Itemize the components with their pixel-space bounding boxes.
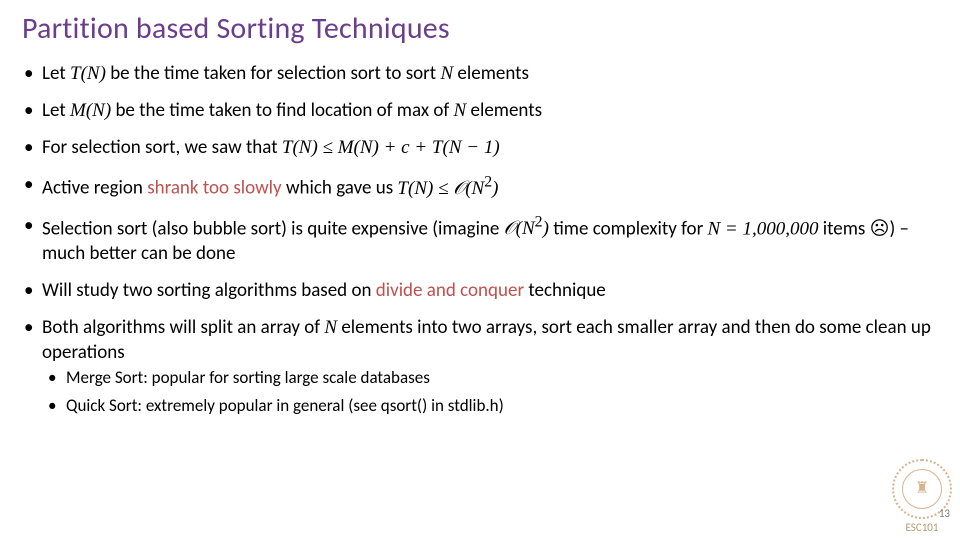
seal-inner: ♜ <box>902 469 942 509</box>
emphasis: divide and conquer <box>376 279 524 302</box>
text: which gave us <box>282 177 398 200</box>
text: technique <box>524 279 606 302</box>
text: Active region <box>42 177 147 200</box>
bullet-4: Active region shrank too slowly which ga… <box>22 172 938 200</box>
math: M(N) <box>70 100 111 121</box>
sub-bullet-2: Quick Sort: extremely popular in general… <box>48 395 938 417</box>
emphasis: shrank too slowly <box>147 177 281 200</box>
math: T(N) <box>70 63 106 84</box>
text: be the time taken to find location of ma… <box>111 99 453 122</box>
text: Selection sort (also bubble sort) is qui… <box>42 217 504 240</box>
text: time complexity for <box>549 217 708 240</box>
slide-title: Partition based Sorting Techniques <box>22 10 938 47</box>
bullet-5: Selection sort (also bubble sort) is qui… <box>22 213 938 266</box>
sub-bullet-1: Merge Sort: popular for sorting large sc… <box>48 367 938 389</box>
text: Let <box>42 99 70 122</box>
math-part: 𝒪(N <box>504 218 535 239</box>
text: Let <box>42 62 70 85</box>
bullet-list: Let T(N) be the time taken for selection… <box>22 61 938 418</box>
text: Both algorithms will split an array of <box>42 316 324 339</box>
math-part: ) <box>492 178 498 199</box>
course-code: ESC101 <box>892 521 952 534</box>
bullet-3: For selection sort, we saw that T(N) ≤ M… <box>22 135 938 160</box>
sub-bullet-list: Merge Sort: popular for sorting large sc… <box>42 367 938 417</box>
slide-footer: ♜ 13 ESC101 <box>892 459 952 534</box>
math: N <box>454 100 467 121</box>
text: For selection sort, we saw that <box>42 136 282 159</box>
bullet-6: Will study two sorting algorithms based … <box>22 278 938 303</box>
math: N = 1,000,000 <box>707 218 818 239</box>
bullet-2: Let M(N) be the time taken to find locat… <box>22 98 938 123</box>
text: Will study two sorting algorithms based … <box>42 279 376 302</box>
text: be the time taken for selection sort to … <box>106 62 441 85</box>
superscript: 2 <box>535 214 543 231</box>
superscript: 2 <box>484 173 492 190</box>
bullet-7: Both algorithms will split an array of N… <box>22 315 938 417</box>
math: N <box>324 317 337 338</box>
math: T(N) ≤ M(N) + c + T(N − 1) <box>282 137 500 158</box>
math: 𝒪(N2) <box>504 218 549 239</box>
math-part: T(N) ≤ 𝒪(N <box>397 178 484 199</box>
bullet-1: Let T(N) be the time taken for selection… <box>22 61 938 86</box>
seal-glyph: ♜ <box>915 479 929 498</box>
page-number: 13 <box>939 507 950 520</box>
slide: Partition based Sorting Techniques Let T… <box>0 0 960 540</box>
math: T(N) ≤ 𝒪(N2) <box>397 178 498 199</box>
math: N <box>440 63 453 84</box>
text: elements <box>453 62 529 85</box>
text: elements <box>466 99 542 122</box>
